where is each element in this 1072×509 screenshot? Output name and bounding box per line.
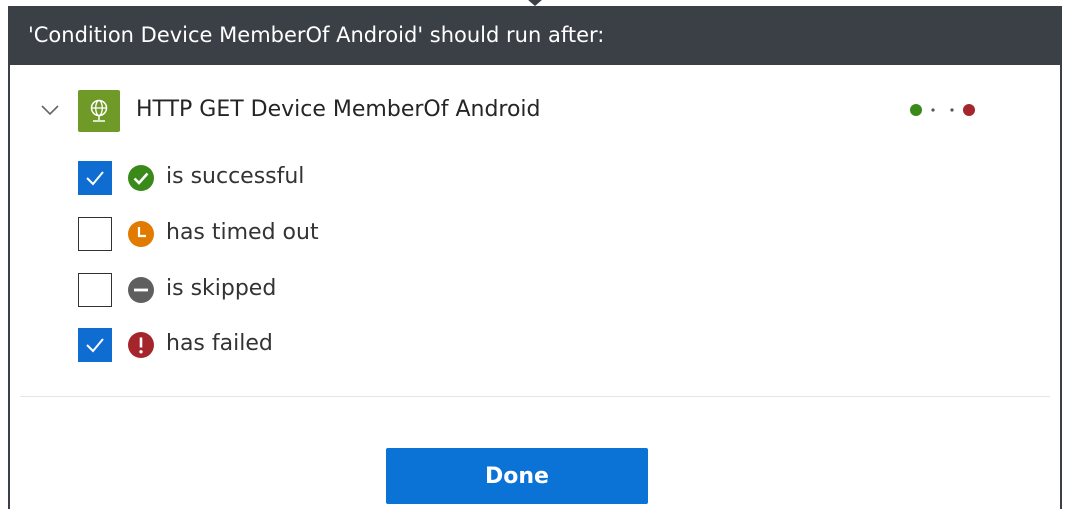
option-label[interactable]: has timed out — [166, 220, 319, 245]
done-button[interactable]: Done — [386, 448, 648, 504]
checkbox-has-timed-out[interactable] — [78, 217, 112, 251]
action-row: HTTP GET Device MemberOf Android — [10, 88, 1060, 132]
run-after-dialog: 'Condition Device MemberOf Android' shou… — [8, 6, 1062, 509]
option-is-skipped: is skipped — [78, 271, 478, 309]
checkbox-is-successful[interactable] — [78, 161, 112, 195]
checkbox-has-failed[interactable] — [78, 328, 112, 362]
option-has-failed: has failed — [78, 326, 478, 364]
http-globe-icon — [78, 90, 120, 132]
option-label[interactable]: has failed — [166, 331, 273, 356]
exclamation-circle-icon — [127, 331, 155, 359]
option-label[interactable]: is skipped — [166, 276, 276, 301]
dialog-title: 'Condition Device MemberOf Android' shou… — [10, 6, 1060, 65]
divider — [20, 396, 1050, 397]
chevron-down-icon[interactable] — [40, 100, 60, 120]
run-status-dots-icon — [908, 102, 980, 118]
checkbox-is-skipped[interactable] — [78, 273, 112, 307]
option-label[interactable]: is successful — [166, 164, 304, 189]
minus-circle-icon — [127, 276, 155, 304]
clock-icon — [127, 220, 155, 248]
action-name[interactable]: HTTP GET Device MemberOf Android — [136, 97, 541, 122]
option-is-successful: is successful — [78, 159, 478, 197]
check-circle-icon — [127, 164, 155, 192]
success-dot — [910, 104, 922, 116]
failed-dot — [963, 104, 975, 116]
option-has-timed-out: has timed out — [78, 215, 478, 253]
